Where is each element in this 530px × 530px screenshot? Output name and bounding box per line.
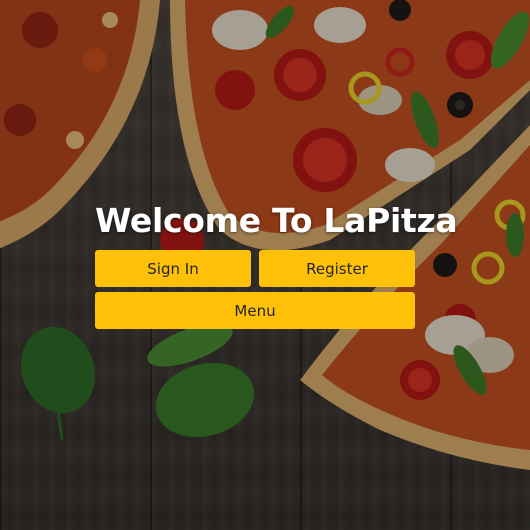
hero-section: Welcome To LaPitza Sign In Register Menu — [95, 196, 458, 329]
menu-button[interactable]: Menu — [95, 292, 415, 329]
register-button[interactable]: Register — [259, 250, 415, 287]
landing-page: Welcome To LaPitza Sign In Register Menu — [0, 0, 530, 530]
sign-in-button[interactable]: Sign In — [95, 250, 251, 287]
auth-button-row: Sign In Register — [95, 250, 415, 287]
page-title: Welcome To LaPitza — [95, 201, 458, 240]
